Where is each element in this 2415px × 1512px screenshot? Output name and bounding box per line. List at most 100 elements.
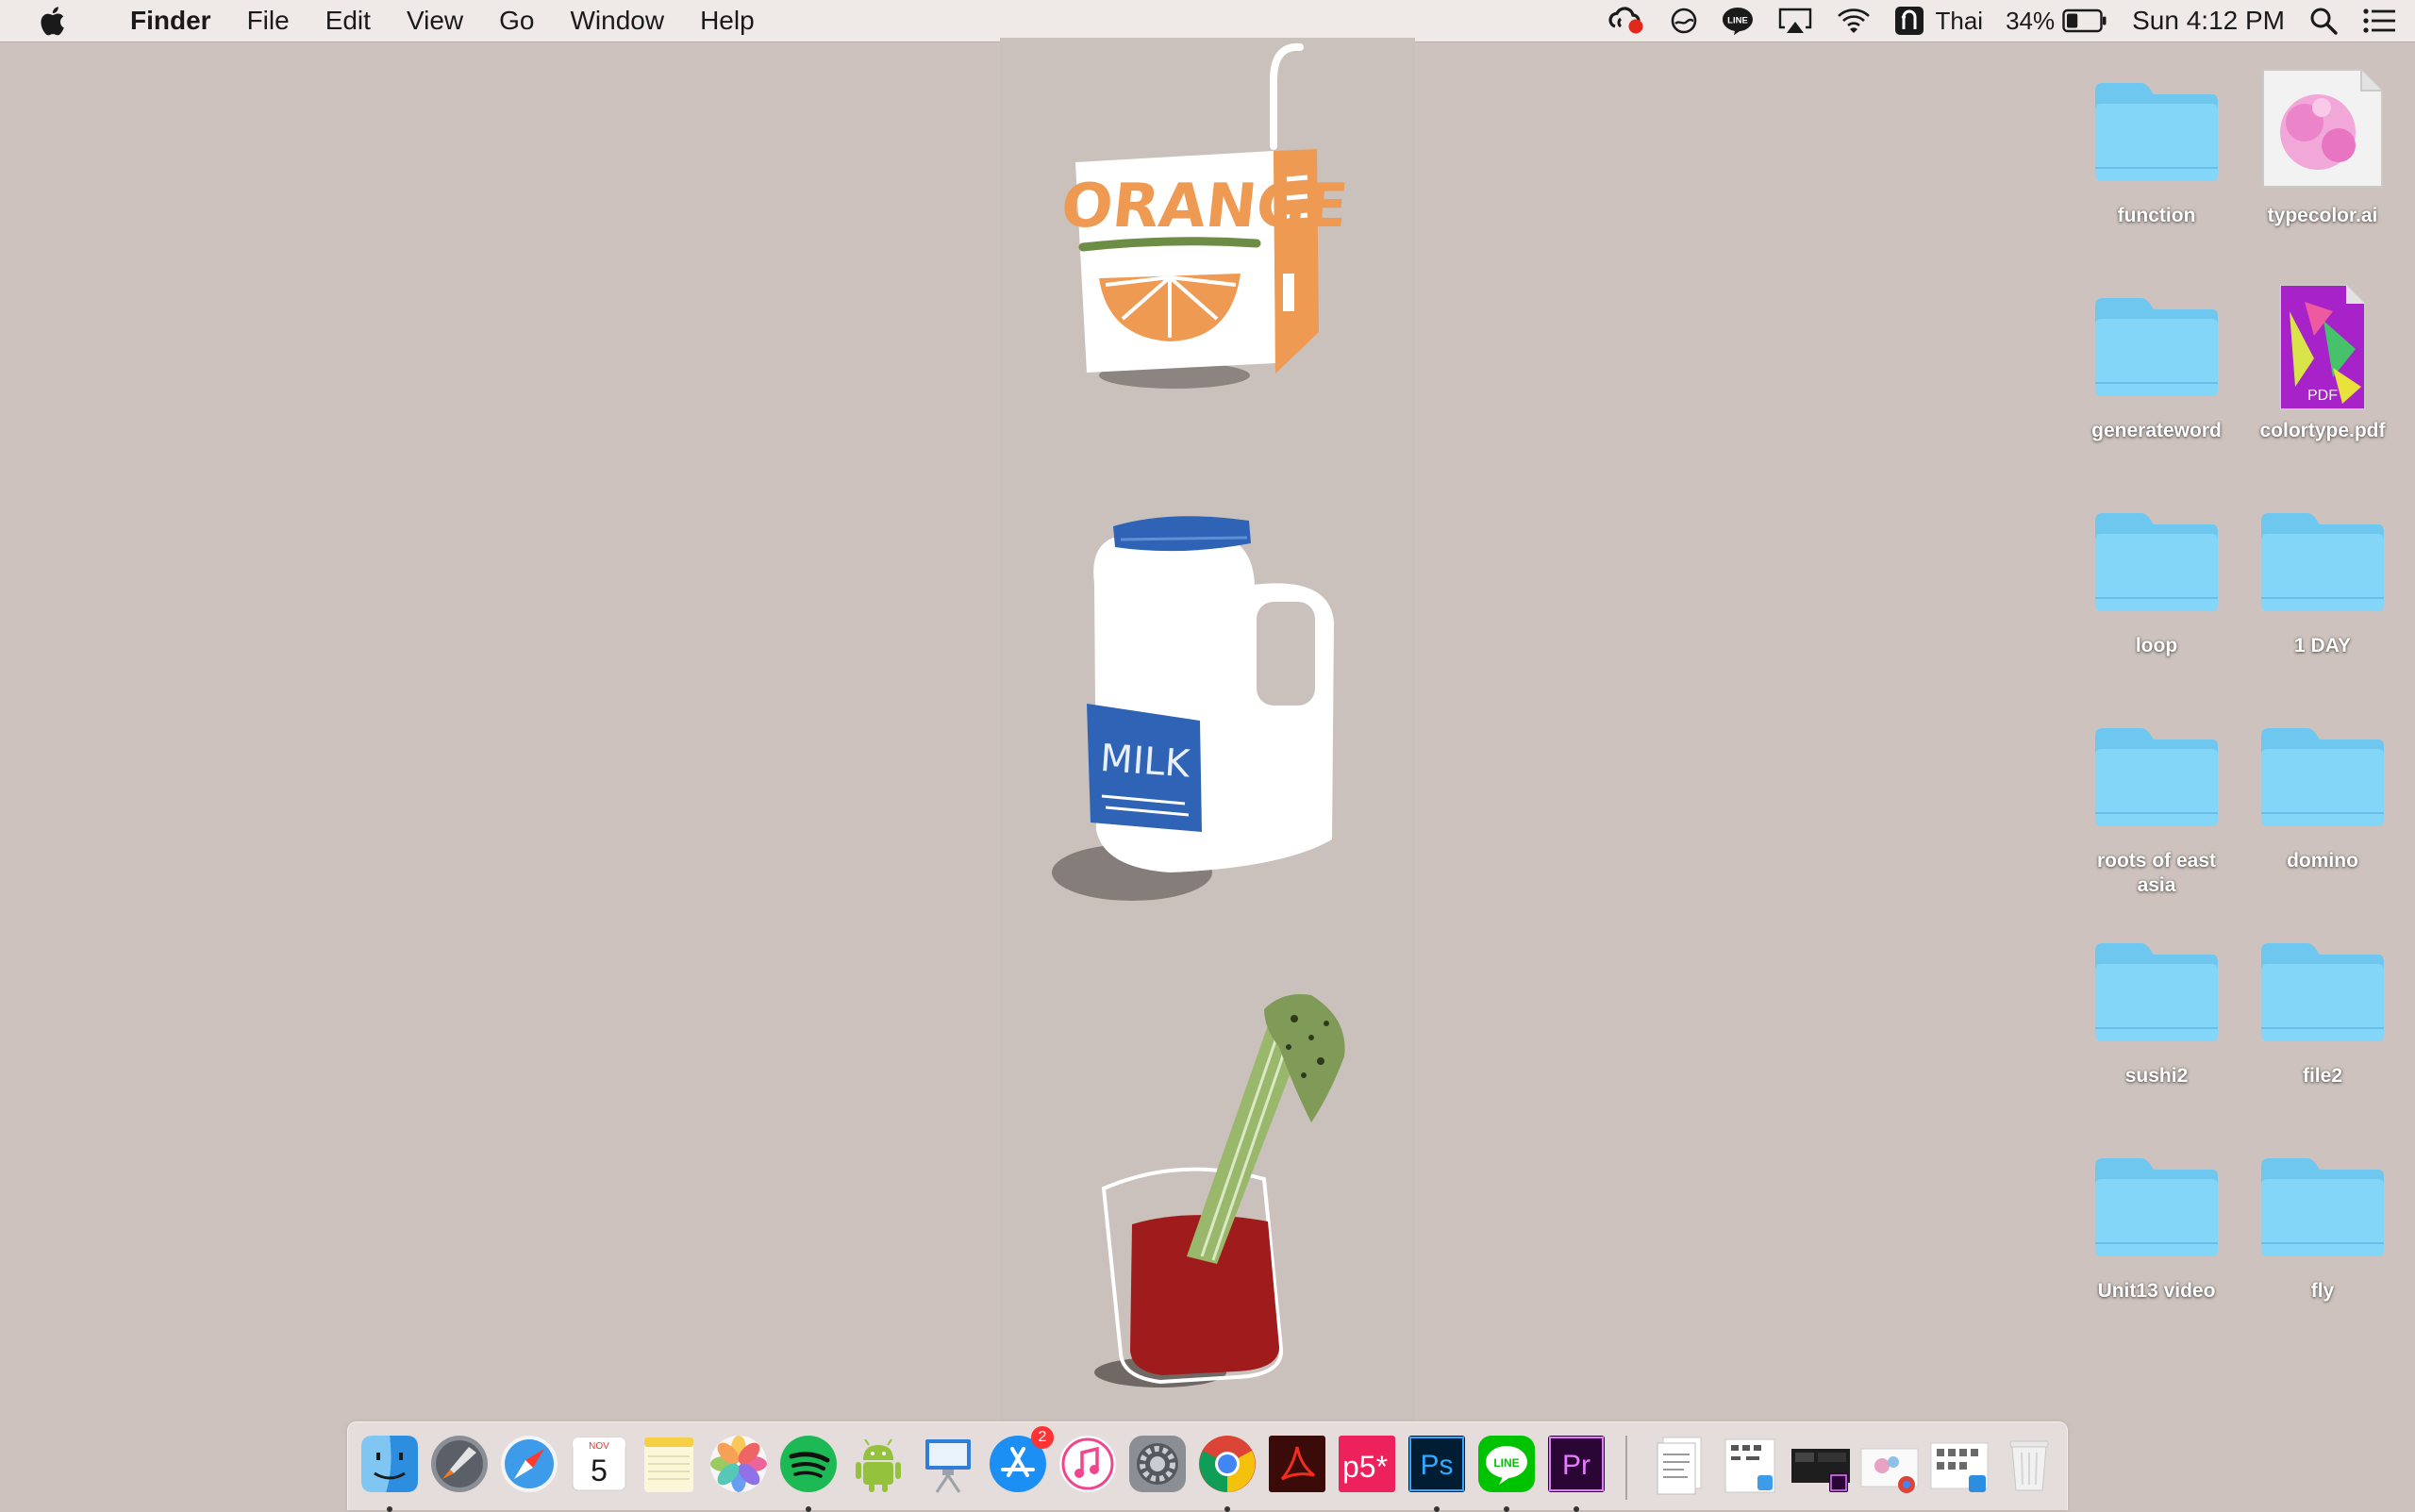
desktop-folder-file2[interactable]: file2 <box>2238 928 2407 1088</box>
running-indicator <box>1574 1506 1579 1512</box>
desktop-item-label: fly <box>2238 1279 2407 1304</box>
desktop-item-label: function <box>2072 204 2241 228</box>
spotlight-search-icon[interactable] <box>2309 7 2338 35</box>
desktop-folder-unit13-video[interactable]: Unit13 video <box>2072 1143 2241 1304</box>
pdf-file-icon: PDF <box>2276 283 2369 411</box>
menu-bar-right: LINE Thai 34% <box>1585 0 2415 42</box>
battery-percent: 34% <box>2006 0 2055 42</box>
menu-bar-left: Finder File Edit View Go Window Help <box>0 0 773 42</box>
apple-menu-icon[interactable] <box>38 5 66 37</box>
window-thumbnail-icon <box>1857 1432 1922 1496</box>
folder-icon <box>2257 506 2388 615</box>
dock-finder[interactable] <box>358 1432 422 1496</box>
desktop-folder-1-day[interactable]: 1 DAY <box>2238 498 2407 658</box>
desktop-folder-generateword[interactable]: generateword <box>2072 283 2241 443</box>
dock-premiere[interactable]: Pr <box>1544 1432 1608 1496</box>
acrobat-icon <box>1265 1432 1329 1496</box>
carton-label: ORANGE <box>1058 171 1351 241</box>
desktop-folder-function[interactable]: function <box>2072 68 2241 228</box>
input-source-icon[interactable]: Thai <box>1894 0 1984 42</box>
desktop-item-label: generateword <box>2072 419 2241 443</box>
desktop-folder-roots-of-east-asia[interactable]: roots of east asia <box>2072 713 2241 898</box>
dock-notes[interactable] <box>637 1432 701 1496</box>
menu-file[interactable]: File <box>229 0 308 42</box>
launchpad-icon <box>427 1432 491 1496</box>
desktop-item-label: file2 <box>2238 1064 2407 1088</box>
pr-label: Pr <box>1562 1450 1591 1481</box>
desktop-folder-domino[interactable]: domino <box>2238 713 2407 873</box>
calendar-icon: NOV 5 <box>567 1432 631 1496</box>
menu-go[interactable]: Go <box>481 0 552 42</box>
illustrator-file-icon <box>2259 68 2386 191</box>
spotify-icon <box>776 1432 841 1496</box>
notes-icon <box>637 1432 701 1496</box>
desktop-folder-loop[interactable]: loop <box>2072 498 2241 658</box>
premiere-icon: Pr <box>1544 1432 1608 1496</box>
dock-safari[interactable] <box>497 1432 561 1496</box>
battery-status[interactable]: 34% <box>2006 0 2107 42</box>
dock-document-stack[interactable] <box>1648 1432 1712 1496</box>
desktop-item-label: roots of east asia <box>2072 849 2241 898</box>
running-indicator <box>1224 1506 1230 1512</box>
dock-system-preferences[interactable] <box>1125 1432 1190 1496</box>
line-menu-icon[interactable]: LINE <box>1721 6 1755 36</box>
pdf-doc-label: PDF <box>2307 388 2338 404</box>
menu-help[interactable]: Help <box>682 0 773 42</box>
menu-edit[interactable]: Edit <box>308 0 389 42</box>
dock-calendar[interactable]: NOV 5 <box>567 1432 631 1496</box>
p5-icon: p5* <box>1335 1432 1399 1496</box>
itunes-icon <box>1056 1432 1120 1496</box>
dock-app-store[interactable]: 2 <box>986 1432 1050 1496</box>
dock-itunes[interactable] <box>1056 1432 1120 1496</box>
desktop-folder-fly[interactable]: fly <box>2238 1143 2407 1304</box>
dock-launchpad[interactable] <box>427 1432 491 1496</box>
dock-minimized-window-1[interactable] <box>1718 1432 1782 1496</box>
dock-android-studio[interactable] <box>846 1432 910 1496</box>
menu-finder[interactable]: Finder <box>102 0 229 42</box>
sync-icon[interactable] <box>1670 7 1698 35</box>
desktop-folder-sushi2[interactable]: sushi2 <box>2072 928 2241 1088</box>
running-indicator <box>806 1506 811 1512</box>
dock-trash[interactable] <box>1997 1432 2061 1496</box>
input-source-label: Thai <box>1936 0 1984 42</box>
dock-chrome[interactable] <box>1195 1432 1259 1496</box>
dock-photoshop[interactable]: Ps <box>1405 1432 1469 1496</box>
menu-view[interactable]: View <box>389 0 481 42</box>
photoshop-icon: Ps <box>1405 1432 1469 1496</box>
chrome-icon <box>1195 1432 1259 1496</box>
window-thumbnail-icon <box>1718 1432 1782 1496</box>
dock-spotify[interactable] <box>776 1432 841 1496</box>
notification-center-icon[interactable] <box>2362 8 2396 34</box>
wallpaper-illustration: ORANGE MILK <box>1000 38 1415 1434</box>
airplay-icon[interactable] <box>1777 7 1813 35</box>
dock-p5[interactable]: p5* <box>1335 1432 1399 1496</box>
folder-icon <box>2257 936 2388 1045</box>
desktop-file-colortype-pdf[interactable]: PDF colortype.pdf <box>2238 283 2407 443</box>
gear-icon <box>1125 1432 1190 1496</box>
dock-minimized-premiere-window[interactable] <box>1788 1432 1852 1496</box>
dock: NOV 5 <box>347 1421 2068 1510</box>
keynote-icon <box>916 1432 980 1496</box>
desktop-item-label: sushi2 <box>2072 1064 2241 1088</box>
dock-minimized-finder-window[interactable] <box>1927 1432 1991 1496</box>
desktop-item-label: Unit13 video <box>2072 1279 2241 1304</box>
menu-window[interactable]: Window <box>552 0 682 42</box>
menu-clock[interactable]: Sun 4:12 PM <box>2132 0 2285 42</box>
window-thumbnail-icon <box>1788 1432 1852 1496</box>
desktop-item-label: 1 DAY <box>2238 634 2407 658</box>
wifi-icon[interactable] <box>1836 7 1872 35</box>
creative-cloud-icon[interactable] <box>1607 6 1647 36</box>
running-indicator <box>1504 1506 1509 1512</box>
photos-icon <box>707 1432 771 1496</box>
p5-label: p5* <box>1342 1450 1388 1484</box>
calendar-month: NOV <box>589 1441 609 1452</box>
dock-line[interactable]: LINE <box>1474 1432 1539 1496</box>
line-label: LINE <box>1493 1456 1519 1470</box>
dock-photos[interactable] <box>707 1432 771 1496</box>
dock-keynote[interactable] <box>916 1432 980 1496</box>
folder-icon <box>2091 1151 2222 1260</box>
dock-acrobat[interactable] <box>1265 1432 1329 1496</box>
battery-icon <box>2062 8 2107 33</box>
desktop-file-typecolor-ai[interactable]: typecolor.ai <box>2238 68 2407 228</box>
dock-minimized-chrome-window[interactable] <box>1857 1432 1922 1496</box>
